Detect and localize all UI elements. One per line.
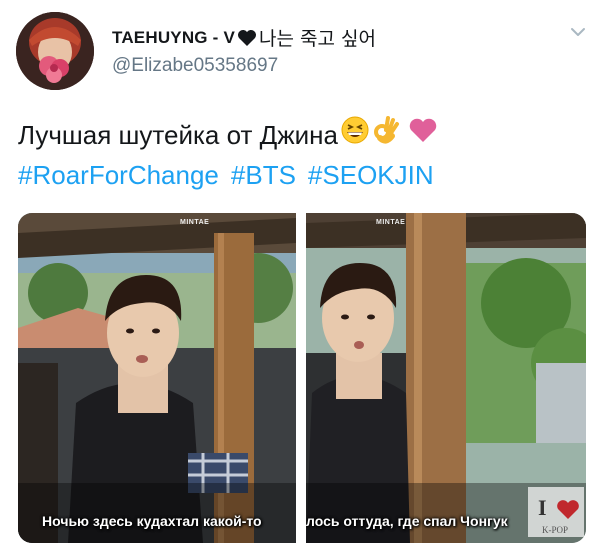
ok-hand-emoji	[372, 114, 400, 155]
display-name[interactable]: TAEHUYNG - V	[112, 28, 235, 48]
watermark: MINTAE	[180, 219, 210, 226]
hashtag-link[interactable]: #SEOKJIN	[308, 155, 434, 195]
user-handle[interactable]: @Elizabe05358697	[112, 55, 278, 77]
video-subtitle: лось оттуда, где спал Чонгук	[306, 513, 508, 529]
tweet-image[interactable]: MINTAE Ночью здесь кудахтал какой-то	[18, 213, 296, 543]
hashtag-link[interactable]: #BTS	[231, 155, 296, 195]
avatar[interactable]	[16, 12, 94, 90]
heart-emoji	[408, 115, 438, 155]
hashtags-line: #RoarForChange #BTS #SEOKJIN	[18, 155, 598, 195]
watermark: MINTAE	[376, 219, 406, 226]
channel-logo-caption: K-POP	[542, 525, 569, 535]
display-name-row[interactable]: TAEHUYNG - V 나는 죽고 싶어	[112, 24, 376, 51]
grinning-squinting-face-emoji	[341, 115, 369, 155]
chevron-down-icon[interactable]	[566, 22, 590, 42]
tweet-text: Лучшая шутейка от Джина #RoarForChange #…	[18, 114, 598, 195]
black-heart-icon	[237, 29, 257, 47]
channel-logo-letter: I	[538, 495, 547, 520]
tweet-body: Лучшая шутейка от Джина	[18, 119, 338, 150]
display-name-suffix: 나는 죽고 싶어	[258, 28, 376, 50]
video-subtitle: Ночью здесь кудахтал какой-то	[42, 513, 262, 529]
tweet-header: TAEHUYNG - V 나는 죽고 싶어 @Elizabe05358697	[0, 0, 604, 100]
tweet-text-line: Лучшая шутейка от Джина	[18, 114, 598, 155]
tweet-image[interactable]: MINTAE лось оттуда, где спал Чонгук I K-…	[306, 213, 586, 543]
hashtag-link[interactable]: #RoarForChange	[18, 155, 219, 195]
